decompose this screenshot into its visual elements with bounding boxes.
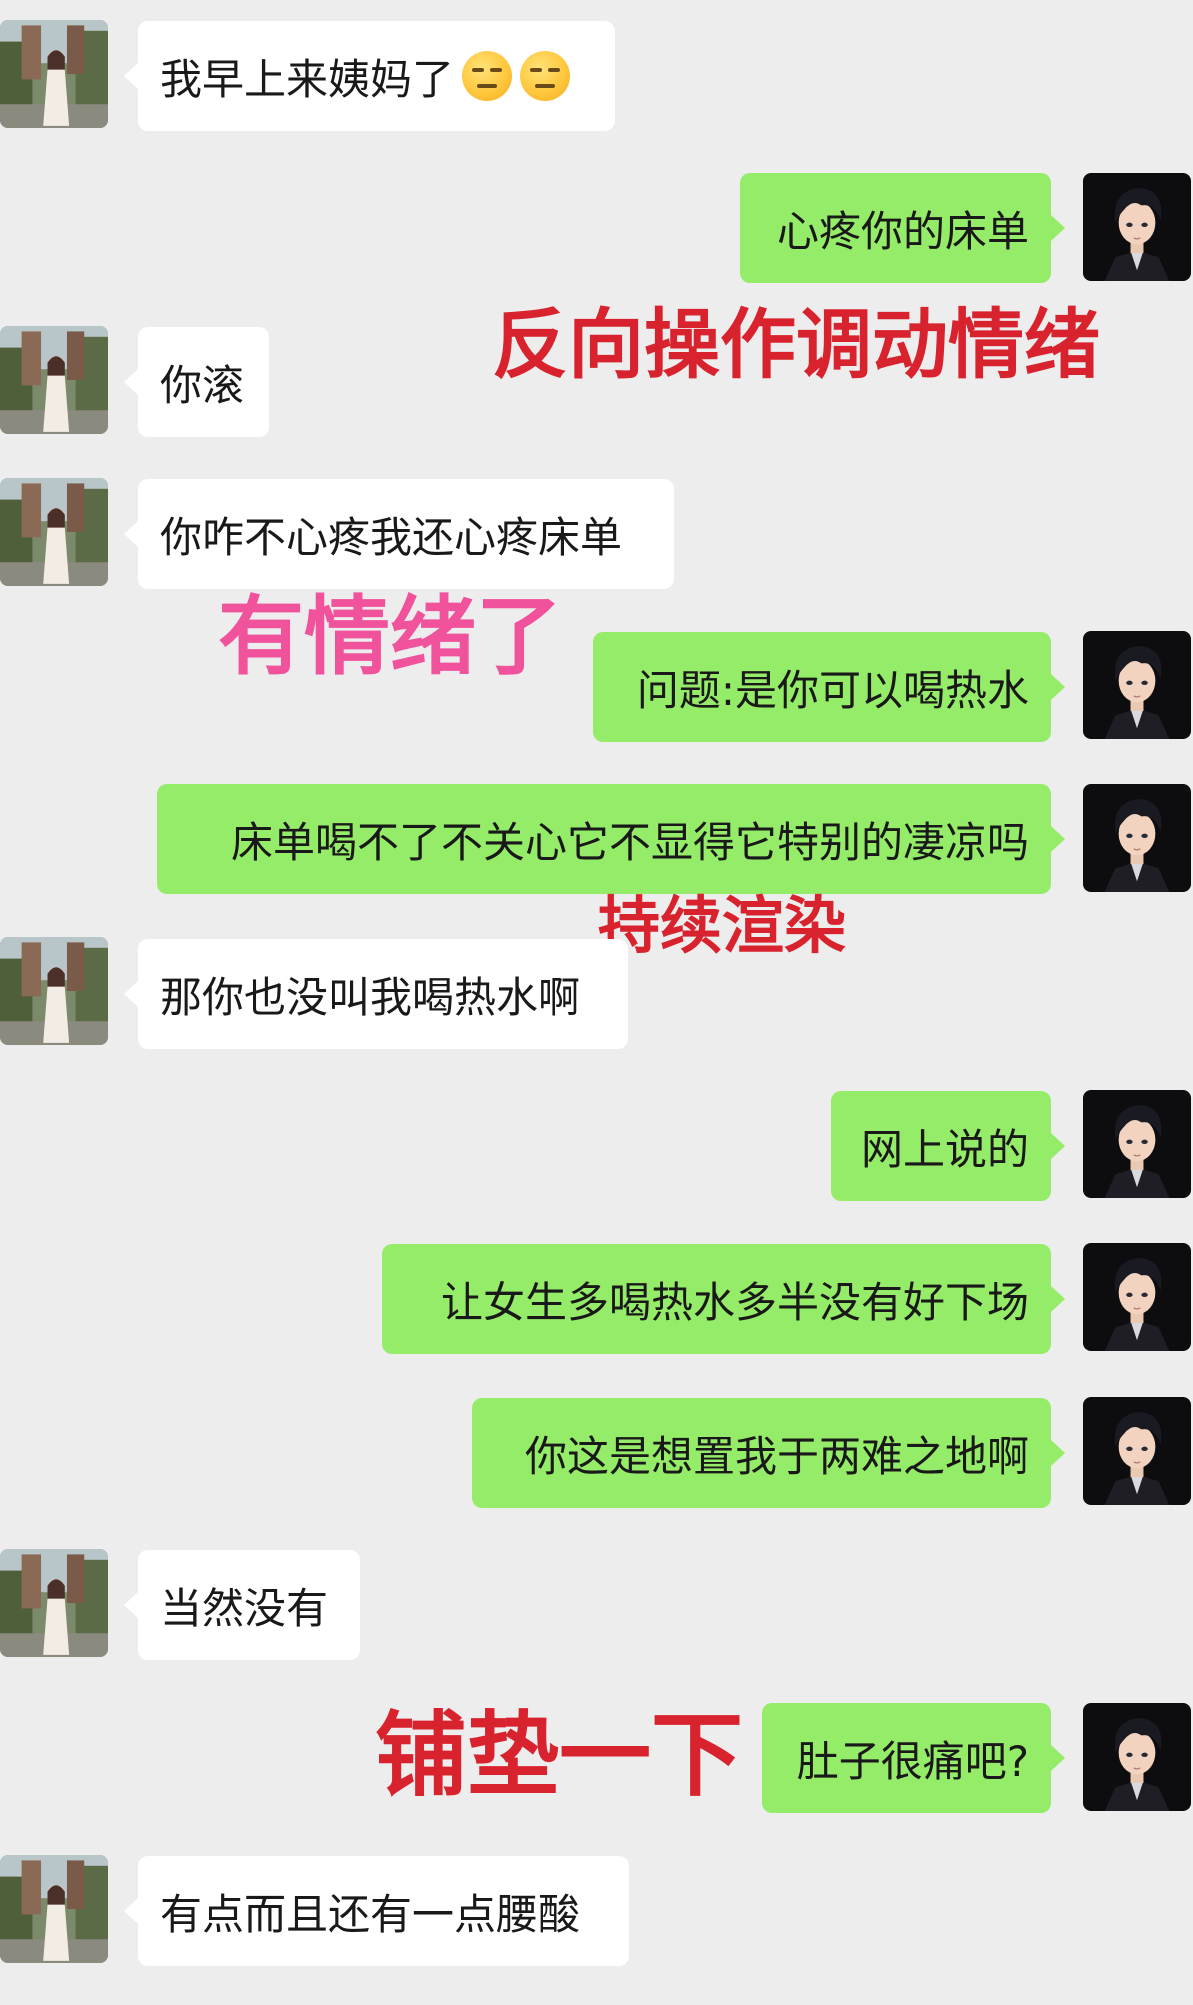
message-text: 问题:是你可以喝热水	[636, 665, 1029, 715]
avatar-man[interactable]	[1083, 631, 1191, 739]
expressionless-face-icon	[462, 51, 513, 101]
message-text: 肚子很痛吧?	[796, 1736, 1029, 1786]
message-text: 有点而且还有一点腰酸	[160, 1889, 581, 1939]
message-text: 那你也没叫我喝热水啊	[160, 972, 581, 1022]
annotation-label: 有情绪了	[218, 587, 562, 687]
annotation-label: 持续渲染	[598, 889, 847, 962]
message-bubble-outgoing[interactable]: 网上说的	[831, 1091, 1065, 1201]
message-bubble-incoming[interactable]: 那你也没叫我喝热水啊	[124, 939, 628, 1049]
message-bubble-incoming[interactable]: 我早上来姨妈了	[124, 21, 615, 131]
avatar-man[interactable]	[1083, 1703, 1191, 1811]
avatar-woman[interactable]	[0, 478, 108, 586]
annotation-label: 铺垫一下	[375, 1702, 744, 1809]
avatar-woman[interactable]	[0, 937, 108, 1045]
avatar-woman[interactable]	[0, 326, 108, 434]
message-text: 你这是想置我于两难之地啊	[524, 1431, 1029, 1481]
message-bubble-incoming[interactable]: 你咋不心疼我还心疼床单	[124, 479, 674, 589]
avatar-woman[interactable]	[0, 20, 108, 128]
message-bubble-outgoing[interactable]: 你这是想置我于两难之地啊	[472, 1398, 1065, 1508]
message-bubble-incoming[interactable]: 当然没有	[124, 1550, 360, 1660]
message-text: 网上说的	[860, 1124, 1029, 1174]
message-text: 你滚	[160, 360, 245, 410]
avatar-woman[interactable]	[0, 1549, 108, 1657]
avatar-man[interactable]	[1083, 1397, 1191, 1505]
avatar-man[interactable]	[1083, 784, 1191, 892]
message-bubble-outgoing[interactable]: 心疼你的床单	[740, 173, 1065, 283]
avatar-man[interactable]	[1083, 173, 1191, 281]
avatar-man[interactable]	[1083, 1090, 1191, 1198]
message-bubble-incoming[interactable]: 有点而且还有一点腰酸	[124, 1856, 629, 1966]
message-bubble-incoming[interactable]: 你滚	[124, 327, 269, 437]
message-text: 让女生多喝热水多半没有好下场	[440, 1277, 1029, 1327]
message-bubble-outgoing[interactable]: 让女生多喝热水多半没有好下场	[382, 1244, 1065, 1354]
message-bubble-outgoing[interactable]: 床单喝不了不关心它不显得它特别的凄凉吗	[157, 784, 1065, 894]
avatar-man[interactable]	[1083, 1243, 1191, 1351]
expressionless-face-icon	[520, 51, 571, 101]
message-text: 我早上来姨妈了	[160, 54, 455, 104]
avatar-woman[interactable]	[0, 1855, 108, 1963]
message-text: 你咋不心疼我还心疼床单	[160, 512, 623, 562]
message-bubble-outgoing[interactable]: 问题:是你可以喝热水	[593, 632, 1065, 742]
message-text: 当然没有	[160, 1583, 329, 1633]
message-text: 床单喝不了不关心它不显得它特别的凄凉吗	[230, 817, 1029, 867]
message-text: 心疼你的床单	[776, 206, 1029, 256]
message-bubble-outgoing[interactable]: 肚子很痛吧?	[762, 1703, 1065, 1813]
annotation-label: 反向操作调动情绪	[492, 300, 1100, 389]
